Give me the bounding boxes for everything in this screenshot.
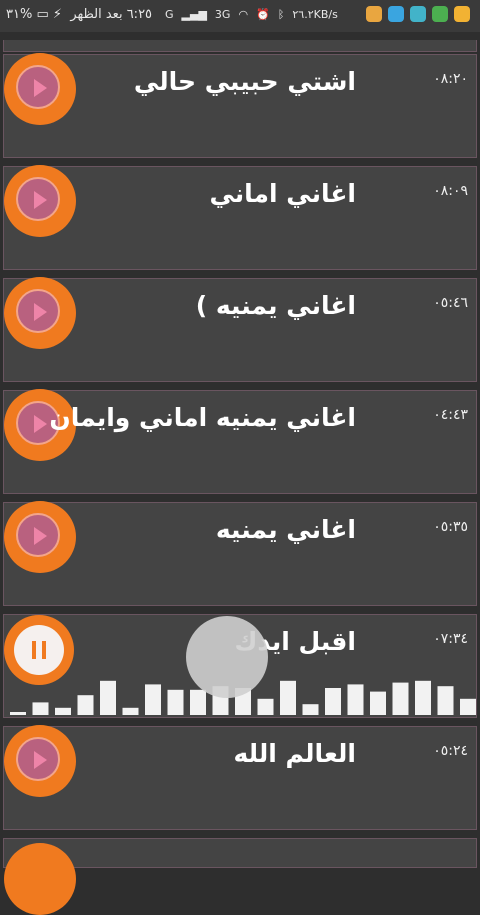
app-icon-2 xyxy=(388,6,404,22)
track-duration: ٠٥:٤٦ xyxy=(433,295,468,311)
visualizer-bar xyxy=(190,689,206,715)
net-speed: ٢٦.٢KB/s xyxy=(292,8,338,21)
visualizer-bar xyxy=(145,684,161,715)
visualizer-bar xyxy=(10,712,26,715)
alarm-icon: ⏰ xyxy=(256,8,270,21)
track-duration: ٠٥:٢٤ xyxy=(433,743,468,759)
play-icon xyxy=(16,737,60,781)
list-item-partial-bottom xyxy=(3,838,477,915)
charging-icon: ⚡ xyxy=(52,7,63,22)
signal-label-b: 3G xyxy=(214,8,231,21)
visualizer-bar xyxy=(437,686,454,715)
signal-icon: ▂▄▆ xyxy=(181,8,207,21)
visualizer-bar xyxy=(122,707,139,715)
track-duration: ٠٨:٠٩ xyxy=(433,183,468,199)
track-title: اغاني يمنيه ) xyxy=(195,291,356,320)
app-icon-3 xyxy=(410,6,426,22)
app-icon-1 xyxy=(366,6,382,22)
play-button[interactable] xyxy=(4,53,76,125)
status-time: ٦:٢٥ بعد الظهر xyxy=(70,7,153,22)
visualizer-bar xyxy=(280,680,296,715)
status-bar: ٦:٢٥ بعد الظهر ⚡ ▭ %٣١ G ▂▄▆ 3G ◠ ⏰ ᛒ ٢٦… xyxy=(0,0,480,32)
visualizer-bar xyxy=(100,680,116,715)
visualizer-bar xyxy=(415,680,431,715)
track-row[interactable]: اغاني يمنيه اماني وايمان ٠٤:٤٣ xyxy=(3,389,477,494)
visualizer-bar xyxy=(347,684,364,715)
touch-ripple xyxy=(186,616,268,698)
track-row[interactable]: اغاني يمنيه ٠٥:٣٥ xyxy=(3,501,477,606)
visualizer-bar xyxy=(460,698,476,715)
track-row[interactable]: اغاني يمنيه ) ٠٥:٤٦ xyxy=(3,277,477,382)
track-row[interactable]: العالم الله ٠٥:٢٤ xyxy=(3,725,477,830)
play-button[interactable] xyxy=(4,165,76,237)
battery-icon: ▭ xyxy=(36,7,49,22)
visualizer-bar xyxy=(32,702,49,715)
play-button[interactable] xyxy=(4,725,76,797)
track-title: اغاني اماني xyxy=(209,179,356,208)
battery-percent: %٣١ xyxy=(6,7,33,22)
track-row[interactable]: اشتي حبيبي حالي ٠٨:٢٠ xyxy=(3,53,477,158)
status-left: ٦:٢٥ بعد الظهر ⚡ ▭ %٣١ xyxy=(6,7,152,22)
track-title: اشتي حبيبي حالي xyxy=(133,67,356,96)
track-title: اغاني يمنيه اماني وايمان xyxy=(49,403,356,432)
visualizer-bar xyxy=(325,688,341,715)
visualizer-bar xyxy=(302,704,319,715)
track-row[interactable]: اغاني اماني ٠٨:٠٩ xyxy=(3,165,477,270)
track-title: اغاني يمنيه xyxy=(215,515,356,544)
play-icon xyxy=(16,513,60,557)
list-item-partial-top xyxy=(3,40,477,52)
play-icon xyxy=(16,289,60,333)
play-button[interactable] xyxy=(4,501,76,573)
track-duration: ٠٧:٣٤ xyxy=(433,631,468,647)
track-title: العالم الله xyxy=(233,739,356,768)
signal-label-a: G xyxy=(165,8,174,21)
wifi-icon: ◠ xyxy=(238,8,249,21)
play-icon xyxy=(16,65,60,109)
status-app-icons xyxy=(366,6,470,22)
track-duration: ٠٥:٣٥ xyxy=(433,519,468,535)
app-icon-4 xyxy=(432,6,448,22)
visualizer-bar xyxy=(257,698,274,715)
visualizer-bar xyxy=(55,707,71,715)
visualizer-bar xyxy=(77,695,94,715)
track-duration: ٠٤:٤٣ xyxy=(433,407,468,423)
play-icon xyxy=(16,177,60,221)
app-icon-5 xyxy=(454,6,470,22)
bluetooth-icon: ᛒ xyxy=(277,8,285,21)
play-button[interactable] xyxy=(4,277,76,349)
visualizer-bar xyxy=(370,691,386,715)
status-icons: G ▂▄▆ 3G ◠ ⏰ ᛒ ٢٦.٢KB/s xyxy=(165,8,338,21)
visualizer-bar xyxy=(167,689,184,715)
visualizer-bar xyxy=(392,682,409,715)
track-duration: ٠٨:٢٠ xyxy=(433,71,468,87)
